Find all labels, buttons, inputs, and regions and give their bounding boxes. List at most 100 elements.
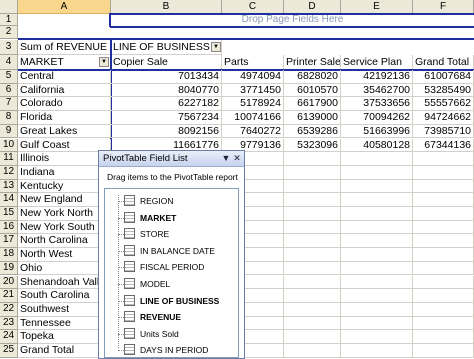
value-cell[interactable] [284, 248, 341, 262]
row-header[interactable]: 21 [0, 289, 18, 303]
value-cell[interactable]: 7640272 [222, 124, 284, 139]
field-item[interactable]: LINE OF BUSINESS [105, 292, 238, 310]
grand-total-cell[interactable] [413, 275, 474, 290]
value-cell[interactable] [341, 234, 413, 249]
field-item[interactable]: DAYS IN PERIOD [105, 341, 238, 359]
value-cell[interactable] [284, 289, 341, 303]
market-cell[interactable]: California [18, 83, 111, 98]
row-header[interactable]: 12 [0, 165, 18, 180]
value-cell[interactable] [341, 289, 413, 303]
field-item[interactable]: REVENUE [105, 308, 238, 326]
row-header[interactable]: 7 [0, 97, 18, 112]
market-cell[interactable]: Central [18, 70, 111, 84]
row-header[interactable]: 9 [0, 124, 18, 139]
value-cell[interactable] [341, 165, 413, 180]
value-cell[interactable] [284, 193, 341, 207]
value-cell[interactable]: 5178924 [222, 97, 284, 112]
value-cell[interactable]: 8092156 [111, 124, 222, 139]
drop-page-fields-area[interactable]: Drop Page Fields Here [111, 14, 474, 26]
row-header[interactable]: 5 [0, 70, 18, 84]
value-cell[interactable]: 10074166 [222, 111, 284, 125]
select-all-corner[interactable] [0, 0, 18, 14]
pivot-field-list-panel[interactable]: PivotTable Field List ▼ ✕ Drag items to … [98, 150, 245, 359]
line-of-business-dropdown-icon[interactable]: ▼ [211, 42, 221, 52]
row-header[interactable]: 18 [0, 248, 18, 262]
value-cell[interactable] [341, 275, 413, 290]
grand-total-cell[interactable] [413, 316, 474, 331]
value-cell[interactable] [341, 316, 413, 331]
column-header-c[interactable]: C [222, 0, 284, 14]
row-header[interactable]: 11 [0, 152, 18, 166]
row-header[interactable]: 2 [0, 26, 18, 39]
grand-total-cell[interactable] [413, 220, 474, 235]
grand-total-cell[interactable]: 55557662 [413, 97, 474, 112]
grand-total-cell[interactable] [413, 248, 474, 262]
row-header[interactable]: 4 [0, 55, 18, 70]
row-header[interactable]: 14 [0, 193, 18, 207]
value-cell[interactable] [284, 234, 341, 249]
field-item[interactable]: STORE [105, 225, 238, 243]
value-cell[interactable]: 6617900 [284, 97, 341, 112]
grand-total-cell[interactable] [413, 165, 474, 180]
pivot-row-field-cell[interactable]: MARKET [18, 55, 111, 70]
grand-total-cell[interactable]: 67344136 [413, 138, 474, 153]
value-cell[interactable] [284, 179, 341, 194]
value-cell[interactable]: 6539286 [284, 124, 341, 139]
row-header[interactable]: 16 [0, 220, 18, 235]
value-cell[interactable]: 40580128 [341, 138, 413, 153]
value-cell[interactable] [284, 302, 341, 317]
value-cell[interactable] [341, 179, 413, 194]
grand-total-cell[interactable] [413, 207, 474, 221]
pivot-column-field-cell[interactable]: LINE OF BUSINESS [111, 40, 222, 55]
market-dropdown-icon[interactable]: ▼ [99, 57, 109, 67]
row-header[interactable]: 23 [0, 316, 18, 331]
value-cell[interactable] [284, 316, 341, 331]
value-cell[interactable] [284, 261, 341, 276]
grand-total-cell[interactable] [413, 234, 474, 249]
value-cell[interactable]: 4974094 [222, 70, 284, 84]
grand-total-cell[interactable]: 61007684 [413, 70, 474, 84]
close-icon[interactable]: ✕ [232, 153, 242, 164]
value-cell[interactable]: 5323096 [284, 138, 341, 153]
grand-total-cell[interactable]: 53285490 [413, 83, 474, 98]
grand-total-cell[interactable] [413, 344, 474, 358]
grand-total-cell[interactable] [413, 289, 474, 303]
market-cell[interactable]: Florida [18, 111, 111, 125]
grand-total-cell[interactable] [413, 261, 474, 276]
column-header-f[interactable]: F [413, 0, 474, 14]
grand-total-cell[interactable]: 73985710 [413, 124, 474, 139]
value-cell[interactable] [341, 193, 413, 207]
market-cell[interactable]: Great Lakes [18, 124, 111, 139]
value-cell[interactable] [284, 165, 341, 180]
value-cell[interactable] [284, 275, 341, 290]
row-header[interactable]: 17 [0, 234, 18, 249]
field-item[interactable]: Units Sold [105, 325, 238, 343]
value-cell[interactable] [341, 261, 413, 276]
value-cell[interactable]: 8040770 [111, 83, 222, 98]
row-header[interactable]: 24 [0, 330, 18, 344]
value-cell[interactable]: 7013434 [111, 70, 222, 84]
field-item[interactable]: REGION [105, 192, 238, 210]
row-header[interactable]: 10 [0, 138, 18, 153]
grand-total-header[interactable]: Grand Total [413, 55, 474, 70]
panel-dropdown-icon[interactable]: ▼ [221, 153, 231, 164]
grand-total-cell[interactable] [413, 302, 474, 317]
row-header[interactable]: 3 [0, 40, 18, 55]
value-cell[interactable] [341, 302, 413, 317]
grand-total-cell[interactable] [413, 152, 474, 166]
column-header-e[interactable]: E [341, 0, 413, 14]
value-cell[interactable] [341, 152, 413, 166]
field-list[interactable]: REGION MARKET STORE IN BALANCE DATE FISCAL P… [104, 188, 239, 358]
field-item[interactable]: MODEL [105, 275, 238, 293]
column-item-header[interactable]: Service Plan [341, 55, 413, 70]
grand-total-cell[interactable] [413, 193, 474, 207]
row-header[interactable]: 13 [0, 179, 18, 194]
grand-total-cell[interactable]: 94724662 [413, 111, 474, 125]
grand-total-cell[interactable] [413, 330, 474, 344]
column-header-b[interactable]: B [111, 0, 222, 14]
row-header[interactable]: 8 [0, 111, 18, 125]
pivot-data-field-cell[interactable]: Sum of REVENUE [18, 40, 111, 55]
field-item[interactable]: MARKET [105, 209, 238, 227]
column-header-a[interactable]: A [18, 0, 111, 14]
value-cell[interactable]: 3771450 [222, 83, 284, 98]
